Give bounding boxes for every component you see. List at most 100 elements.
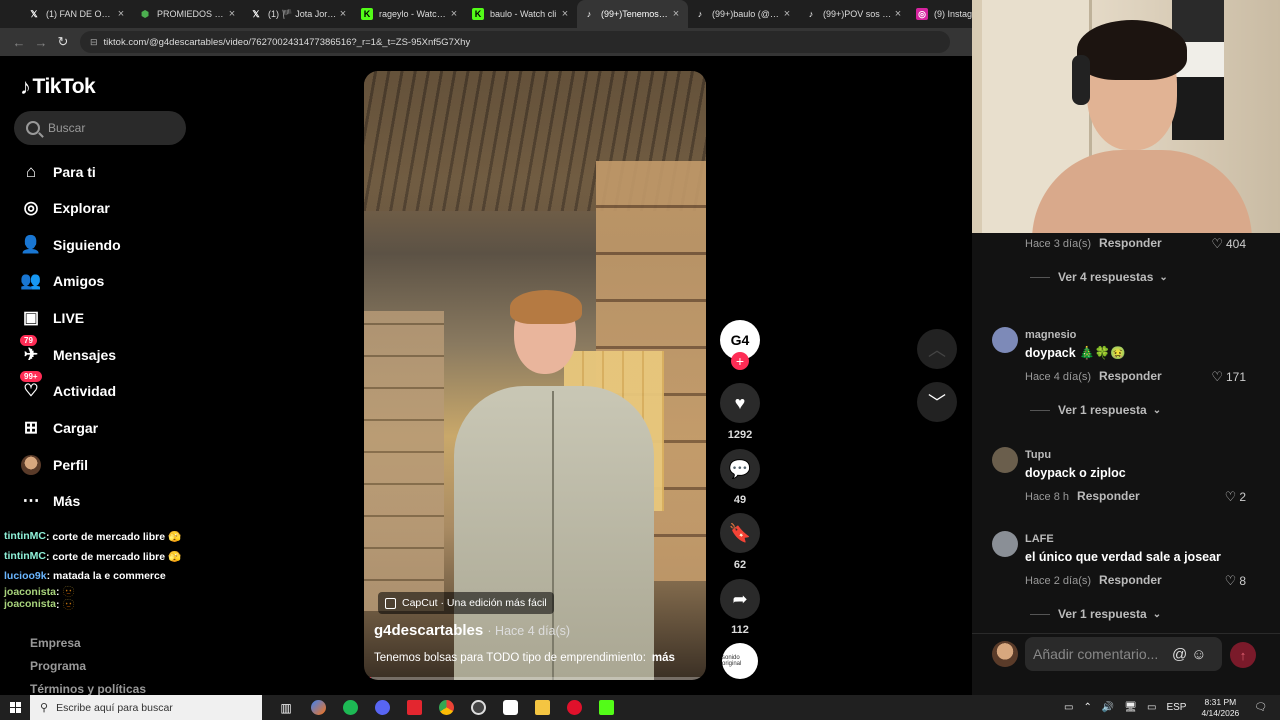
avatar[interactable] [992,447,1018,473]
nav-item-para-ti[interactable]: ⌂ Para ti [20,160,96,184]
close-icon[interactable]: × [448,8,460,20]
task-view-icon[interactable]: ▥ [270,695,302,720]
video-progress-bar[interactable] [364,677,706,680]
kick-icon: K [361,8,373,20]
follow-plus-icon[interactable]: + [731,352,749,370]
browser-tab[interactable]: 𝕏 (1) 🏴 Jota Jordi🏴× [244,0,355,28]
share-button[interactable]: ➦ [720,579,760,619]
close-icon[interactable]: × [892,8,904,20]
network-icon[interactable]: 🖥 [1124,702,1137,713]
close-icon[interactable]: × [115,8,127,20]
url-field[interactable]: ⊟ tiktok.com/@g4descartables/video/76270… [80,31,950,53]
comment-username[interactable]: Tupu [1025,449,1051,461]
reply-button[interactable]: Responder [1099,573,1162,587]
chrome-icon[interactable] [430,695,462,720]
home-icon: ⌂ [25,162,37,181]
browser-tab[interactable]: ♪ (99+)Tenemos bo × [577,0,688,28]
tiktok-logo[interactable]: ♪ TikTok [20,74,96,100]
forward-icon[interactable]: → [30,35,52,50]
clock[interactable]: 8:31 PM 4/14/2026 [1201,697,1239,719]
discord-icon[interactable] [366,695,398,720]
comment-username[interactable]: LAFE [1025,533,1054,545]
nav-item-amigos[interactable]: 👥 Amigos [20,269,104,293]
comment-input[interactable] [1033,646,1168,662]
view-replies-button[interactable]: Ver 4 respuestas ⌄ [1030,270,1168,284]
nav-item-actividad[interactable]: ♡ 99+ Actividad [20,371,116,403]
emoji-icon[interactable]: ☺ [1191,646,1206,663]
tray-app-icon[interactable]: ▭ [1064,702,1073,713]
comment-like-button[interactable]: ♡ 171 [1211,369,1246,385]
footer-link-empresa[interactable]: Empresa [30,636,146,650]
more-button[interactable]: más [652,652,675,664]
nav-item-explorar[interactable]: ◎ Explorar [20,196,110,220]
app-icon[interactable] [494,695,526,720]
reply-button[interactable]: Responder [1099,236,1162,250]
nav-item-cargar[interactable]: ⊞ Cargar [20,416,98,440]
save-button[interactable]: 🔖 [720,513,760,553]
mention-icon[interactable]: @ [1172,646,1187,663]
view-replies-button[interactable]: Ver 1 respuesta ⌄ [1030,607,1161,621]
comment-button[interactable]: 💬 [720,449,760,489]
previous-video-button[interactable]: ︿ [917,329,957,369]
view-replies-button[interactable]: Ver 1 respuesta ⌄ [1030,403,1161,417]
comment-like-button[interactable]: ♡ 404 [1211,236,1246,252]
footer-link-programa[interactable]: Programa [30,659,146,673]
windows-taskbar: ⚲ Escribe aquí para buscar ▥ ▭ ⌃ 🔊 🖥 ▭ E… [0,695,1280,720]
nav-item-mensajes[interactable]: ✈ 79 Mensajes [20,335,116,367]
site-info-icon[interactable]: ⊟ [90,37,98,48]
opera-icon[interactable] [558,695,590,720]
nav-item-más[interactable]: ⋯ Más [20,489,81,513]
close-icon[interactable]: × [337,8,349,20]
video-player[interactable]: CapCut · Una edición más fácil g4descart… [364,71,706,680]
taskbar-search[interactable]: ⚲ Escribe aquí para buscar [30,695,262,720]
close-icon[interactable]: × [670,8,682,20]
reply-button[interactable]: Responder [1077,489,1140,503]
comment-username[interactable]: magnesio [1025,329,1076,341]
next-video-button[interactable]: ﹀ [917,382,957,422]
like-button[interactable]: ♥ [720,383,760,423]
browser-tab[interactable]: ⬢ PROMIEDOS - Fu × [133,0,244,28]
video-author[interactable]: g4descartables [374,622,483,639]
send-comment-button[interactable]: ↑ [1230,642,1256,668]
search-box[interactable] [14,111,186,145]
volume-icon[interactable]: 🔊 [1102,702,1114,713]
close-icon[interactable]: × [781,8,793,20]
search-input[interactable] [48,121,168,135]
close-icon[interactable]: × [226,8,238,20]
browser-tab[interactable]: Kbaulo - Watch cli × [466,0,577,28]
add-comment-field[interactable]: @ ☺ [1025,637,1222,671]
spotify-icon[interactable] [334,695,366,720]
chevron-up-icon[interactable]: ⌃ [1083,702,1091,713]
close-icon[interactable]: × [559,8,571,20]
browser-tab[interactable]: ♪ (99+)baulo (@bau × [688,0,799,28]
voicemod-icon[interactable] [398,695,430,720]
notification-icon[interactable]: 🗨 [1254,702,1267,713]
start-button[interactable] [0,695,30,720]
back-icon[interactable]: ← [8,35,30,50]
reload-icon[interactable]: ↻ [52,34,74,50]
battery-icon[interactable]: ▭ [1147,702,1156,713]
obs-icon[interactable] [462,695,494,720]
nav-item-perfil[interactable]: Perfil [20,453,88,477]
footer-link-terminos[interactable]: Términos y políticas [30,682,146,696]
browser-tab[interactable]: 𝕏 (1) FAN DE OTTA × [22,0,133,28]
comment-like-button[interactable]: ♡ 2 [1225,489,1246,505]
video-description: Tenemos bolsas para TODO tipo de emprend… [374,652,699,664]
comment-like-button[interactable]: ♡ 8 [1225,573,1246,589]
browser-tab[interactable]: Krageylo - Watch c × [355,0,466,28]
capcut-tag[interactable]: CapCut · Una edición más fácil [378,592,554,614]
nav-item-live[interactable]: ▣ LIVE [20,306,84,330]
browser-tab[interactable]: ♪ (99+)POV sos una × [799,0,910,28]
music-disc-label: sonido original [722,655,742,667]
file-explorer-icon[interactable] [526,695,558,720]
nav-item-siguiendo[interactable]: 👤 Siguiendo [20,233,120,257]
comment-time: Hace 4 día(s) [1025,371,1092,383]
avatar[interactable] [992,531,1018,557]
taskbar-apps: ▥ [270,695,622,720]
language-indicator[interactable]: ESP [1166,702,1186,713]
avatar[interactable] [992,327,1018,353]
music-disc[interactable]: sonido original [722,643,758,679]
kick-icon[interactable] [590,695,622,720]
reply-button[interactable]: Responder [1099,369,1162,383]
copilot-icon[interactable] [302,695,334,720]
